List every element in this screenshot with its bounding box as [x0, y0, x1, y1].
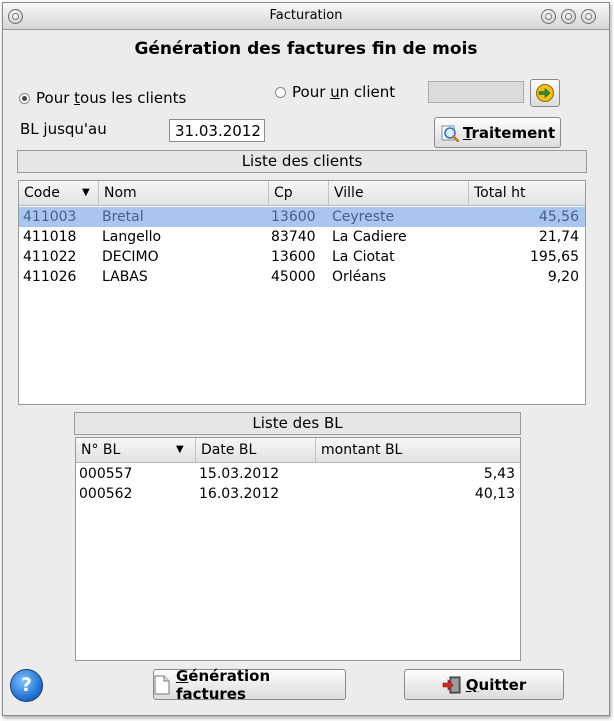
radio-one-client-indicator[interactable]: [275, 86, 286, 98]
bl-section-title: Liste des BL: [74, 412, 521, 435]
client-cell-nom: Bretal: [102, 209, 144, 225]
column-header-total-ht[interactable]: Total ht: [469, 181, 585, 205]
document-icon: [154, 675, 170, 694]
bl-until-label: BL jusqu'au: [20, 120, 107, 138]
client-cell-total-ht: 45,56: [538, 209, 579, 225]
page-title: Génération des factures fin de mois: [134, 39, 478, 59]
client-cell-ville: Orléans: [332, 269, 387, 285]
client-row[interactable]: 411026 LABAS 45000 Orléans 9,20: [19, 267, 585, 287]
client-row[interactable]: 411018 Langello 83740 La Cadiere 21,74: [19, 227, 585, 247]
bl-cell-amount: 40,13: [474, 486, 515, 502]
bl-row[interactable]: 000562 16.03.2012 40,13: [76, 484, 520, 504]
client-cell-total-ht: 9,20: [547, 269, 579, 285]
help-icon[interactable]: ?: [10, 669, 43, 702]
bl-cell-date: 15.03.2012: [199, 466, 280, 482]
title-bar[interactable]: Facturation: [3, 3, 609, 30]
client-row[interactable]: 411022 DECIMO 13600 La Ciotat 195,65: [19, 247, 585, 267]
facturation-window: Facturation Génération des factures fin …: [2, 2, 610, 716]
client-cell-ville: La Ciotat: [332, 249, 395, 265]
client-row[interactable]: 411003 Bretal 13600 Ceyreste 45,56: [19, 207, 585, 227]
client-cell-nom: LABAS: [102, 269, 148, 285]
close-icon[interactable]: [581, 9, 596, 24]
client-cell-total-ht: 195,65: [530, 249, 579, 265]
quit-label: Quitter: [465, 675, 527, 694]
client-cell-cp: 83740: [271, 229, 316, 245]
generate-invoices-button[interactable]: Génération factures: [153, 666, 346, 703]
client-cell-total-ht: 21,74: [538, 229, 579, 245]
radio-one-client[interactable]: Pour un client: [275, 83, 395, 101]
bl-cell-date: 16.03.2012: [199, 486, 280, 502]
client-cell-code: 411026: [23, 269, 77, 285]
exit-door-icon: [442, 676, 461, 693]
client-cell-ville: La Cadiere: [332, 229, 407, 245]
column-header-cp[interactable]: Cp: [269, 181, 329, 205]
client-cell-code: 411022: [23, 249, 77, 265]
select-client-button[interactable]: [530, 79, 560, 107]
bl-until-date-input[interactable]: 31.03.2012: [169, 119, 265, 142]
client-code-input[interactable]: [428, 81, 524, 103]
column-header-bl-number[interactable]: N° BL ▼: [76, 438, 196, 462]
client-cell-nom: DECIMO: [102, 249, 159, 265]
sort-down-icon: ▼: [176, 444, 184, 455]
traitement-button[interactable]: Traitement: [434, 117, 561, 148]
bl-cell-number: 000557: [79, 466, 133, 482]
generate-invoices-label: Génération factures: [175, 666, 271, 703]
column-header-nom[interactable]: Nom: [99, 181, 269, 205]
client-cell-cp: 13600: [271, 249, 316, 265]
client-cell-ville: Ceyreste: [332, 209, 395, 225]
client-cell-cp: 13600: [271, 209, 316, 225]
traitement-label: Traitement: [462, 123, 556, 142]
bl-row[interactable]: 000557 15.03.2012 5,43: [76, 464, 520, 484]
arrow-go-icon: [536, 84, 554, 102]
column-header-bl-amount[interactable]: montant BL: [316, 438, 520, 462]
sort-down-icon: ▼: [82, 187, 90, 198]
column-header-code[interactable]: Code ▼: [19, 181, 99, 205]
bl-table[interactable]: N° BL ▼ Date BL montant BL 000557 15.03.20…: [75, 437, 521, 661]
clients-table-header: Code ▼ Nom Cp Ville Total ht: [19, 181, 585, 206]
bl-cell-number: 000562: [79, 486, 133, 502]
radio-all-clients-indicator[interactable]: [19, 92, 30, 104]
bl-cell-amount: 5,43: [483, 466, 515, 482]
client-cell-code: 411003: [23, 209, 77, 225]
radio-all-clients-label: Pour tous les clients: [36, 89, 187, 107]
clients-section-title: Liste des clients: [17, 150, 587, 173]
clients-table[interactable]: Code ▼ Nom Cp Ville Total ht 411003 Bretal…: [18, 180, 586, 405]
quit-button[interactable]: Quitter: [404, 669, 564, 700]
window-title: Facturation: [269, 8, 343, 23]
bl-table-header: N° BL ▼ Date BL montant BL: [76, 438, 520, 463]
maximize-icon[interactable]: [561, 9, 576, 24]
client-cell-code: 411018: [23, 229, 77, 245]
column-header-ville[interactable]: Ville: [329, 181, 469, 205]
client-cell-cp: 45000: [271, 269, 316, 285]
radio-all-clients[interactable]: Pour tous les clients: [19, 89, 186, 107]
minimize-icon[interactable]: [541, 9, 556, 24]
radio-one-client-label: Pour un client: [292, 83, 396, 101]
client-cell-nom: Langello: [102, 229, 162, 245]
search-magnifier-icon: [441, 125, 460, 142]
column-header-bl-date[interactable]: Date BL: [196, 438, 316, 462]
